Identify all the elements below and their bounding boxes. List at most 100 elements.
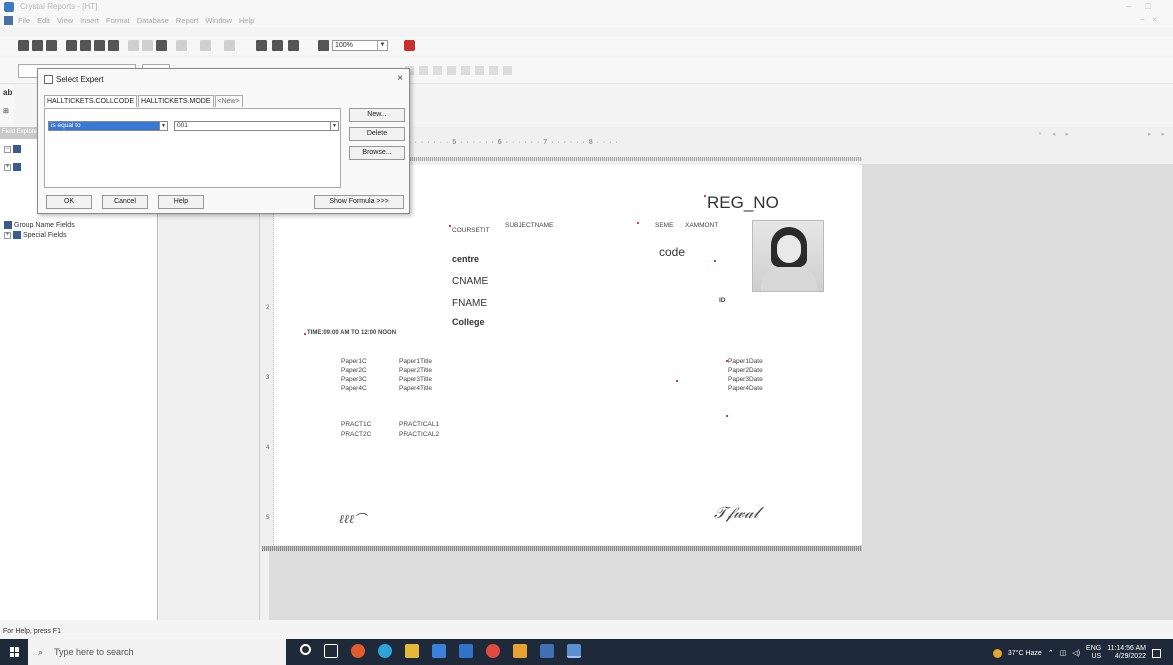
field-paper-date[interactable]: Paper1Date <box>728 358 763 365</box>
field-paper-title[interactable]: Paper4Title <box>399 385 432 392</box>
cortana-icon[interactable] <box>300 644 311 655</box>
field-photo-id[interactable]: ID <box>719 297 726 304</box>
menu-window[interactable]: Window <box>205 16 232 25</box>
windows-start-icon[interactable] <box>10 647 20 657</box>
close-icon[interactable]: × <box>397 73 403 84</box>
field-exam-time[interactable]: TIME:09:00 AM TO 12:00 NOON <box>307 330 396 336</box>
window-controls[interactable]: –□ <box>1127 1 1165 11</box>
field-fname[interactable]: FNAME <box>452 298 487 309</box>
align-center-icon[interactable] <box>461 66 470 75</box>
app-icon[interactable] <box>540 644 554 658</box>
new-button[interactable]: New... <box>349 108 405 122</box>
menu-insert[interactable]: Insert <box>80 16 99 25</box>
field-paper-code[interactable]: Paper1C <box>341 358 367 365</box>
field-centre[interactable]: centre <box>452 254 479 264</box>
browse-button[interactable]: Browse... <box>349 146 405 160</box>
field-code[interactable]: code <box>659 245 685 259</box>
taskbar-search[interactable]: ⌕ Type here to search <box>28 639 286 665</box>
document-window-controls[interactable]: –× <box>1140 15 1165 24</box>
crystal-reports-task-icon[interactable] <box>567 644 581 658</box>
field-practical-code[interactable]: PRACT2C <box>341 431 371 438</box>
menu-format[interactable]: Format <box>106 16 130 25</box>
field-paper-date[interactable]: Paper3Date <box>728 376 763 383</box>
store-icon[interactable] <box>432 644 446 658</box>
file-explorer-icon[interactable] <box>405 644 419 658</box>
field-reg-no[interactable]: REG_NO <box>707 193 779 213</box>
field-paper-code[interactable]: Paper4C <box>341 385 367 392</box>
language-indicator[interactable]: ENG US <box>1086 645 1101 661</box>
save-icon[interactable] <box>46 40 57 51</box>
field-subject[interactable]: SUBJECTNAME <box>505 222 553 229</box>
copy-icon[interactable] <box>142 40 153 51</box>
menu-view[interactable]: View <box>57 16 73 25</box>
app-icon[interactable] <box>513 644 527 658</box>
tab-new[interactable]: <New> <box>214 95 243 107</box>
text-object-icon[interactable]: ab <box>3 88 12 97</box>
show-formula-button[interactable]: Show Formula >>> <box>314 195 404 209</box>
delete-button[interactable]: Delete <box>349 127 405 141</box>
report-explorer-icon[interactable] <box>272 40 283 51</box>
field-paper-title[interactable]: Paper1Title <box>399 358 432 365</box>
menu-database[interactable]: Database <box>137 16 169 25</box>
redo-icon[interactable] <box>200 40 211 51</box>
field-paper-date[interactable]: Paper4Date <box>728 385 763 392</box>
tree-item[interactable]: − <box>4 145 21 153</box>
zoom-select[interactable]: 100% ▼ <box>332 40 388 51</box>
align-left-icon[interactable] <box>447 66 456 75</box>
cancel-button[interactable]: Cancel <box>102 195 148 209</box>
field-paper-code[interactable]: Paper3C <box>341 376 367 383</box>
firefox-icon[interactable] <box>351 644 365 658</box>
field-paper-code[interactable]: Paper2C <box>341 367 367 374</box>
field-practical-code[interactable]: PRACT1C <box>341 421 371 428</box>
new-icon[interactable] <box>18 40 29 51</box>
print-icon[interactable] <box>66 40 77 51</box>
scroll-controls-icon[interactable]: × ◂ ▸ <box>1038 130 1073 138</box>
field-college[interactable]: College <box>452 317 485 327</box>
field-paper-title[interactable]: Paper2Title <box>399 367 432 374</box>
menu-report[interactable]: Report <box>176 16 199 25</box>
edge-icon[interactable] <box>378 644 392 658</box>
menu-help[interactable]: Help <box>239 16 254 25</box>
percent-icon[interactable] <box>503 66 512 75</box>
tab-collcode[interactable]: HALLTICKETS.COLLCODE <box>44 95 138 107</box>
menu-edit[interactable]: Edit <box>37 16 50 25</box>
clock[interactable]: 11:14:56 AM 4/29/2022 <box>1107 645 1146 661</box>
currency-icon[interactable] <box>489 66 498 75</box>
chevron-down-icon[interactable]: ▼ <box>330 122 338 130</box>
weather-text[interactable]: 37°C Haze <box>1008 650 1042 657</box>
repository-icon[interactable] <box>288 40 299 51</box>
ok-button[interactable]: OK <box>46 195 92 209</box>
network-icon[interactable]: ◫ <box>1060 649 1067 657</box>
field-course[interactable]: COURSETIT <box>452 227 490 234</box>
menu-file[interactable]: File <box>18 16 30 25</box>
field-exammonth[interactable]: XAMMONT <box>685 222 718 229</box>
tree-item-group-name-fields[interactable]: Group Name Fields <box>4 221 75 229</box>
nav-controls-icon[interactable]: ▸ ▸ <box>1148 130 1169 138</box>
task-view-icon[interactable] <box>324 644 338 658</box>
expand-icon[interactable]: + <box>4 231 11 239</box>
operator-select[interactable]: is equal to ▼ <box>48 121 168 131</box>
notifications-icon[interactable] <box>1152 648 1161 658</box>
zoom-icon[interactable] <box>318 40 329 51</box>
field-paper-date[interactable]: Paper2Date <box>728 367 763 374</box>
chrome-icon[interactable] <box>486 644 500 658</box>
insert-group-icon[interactable]: ⊞ <box>3 107 9 115</box>
export-icon[interactable] <box>94 40 105 51</box>
mail-icon[interactable] <box>459 644 473 658</box>
help-button[interactable]: Help <box>158 195 204 209</box>
tab-mode[interactable]: HALLTICKETS.MODE <box>138 95 214 107</box>
print-preview-icon[interactable] <box>80 40 91 51</box>
field-cname[interactable]: CNAME <box>452 276 488 287</box>
format-painter-icon[interactable] <box>224 40 235 51</box>
tree-item[interactable]: + <box>4 163 21 171</box>
field-explorer-icon[interactable] <box>256 40 267 51</box>
tray-arrow-icon[interactable]: ⌃ <box>1048 649 1054 657</box>
refresh-icon[interactable] <box>108 40 119 51</box>
field-paper-title[interactable]: Paper3Title <box>399 376 432 383</box>
field-practical-title[interactable]: PRACTICAL2 <box>399 431 439 438</box>
field-practical-title[interactable]: PRACTICAL1 <box>399 421 439 428</box>
value-select[interactable]: 001 ▼ <box>174 121 339 131</box>
italic-icon[interactable] <box>419 66 428 75</box>
open-icon[interactable] <box>32 40 43 51</box>
chevron-down-icon[interactable]: ▼ <box>159 122 167 130</box>
